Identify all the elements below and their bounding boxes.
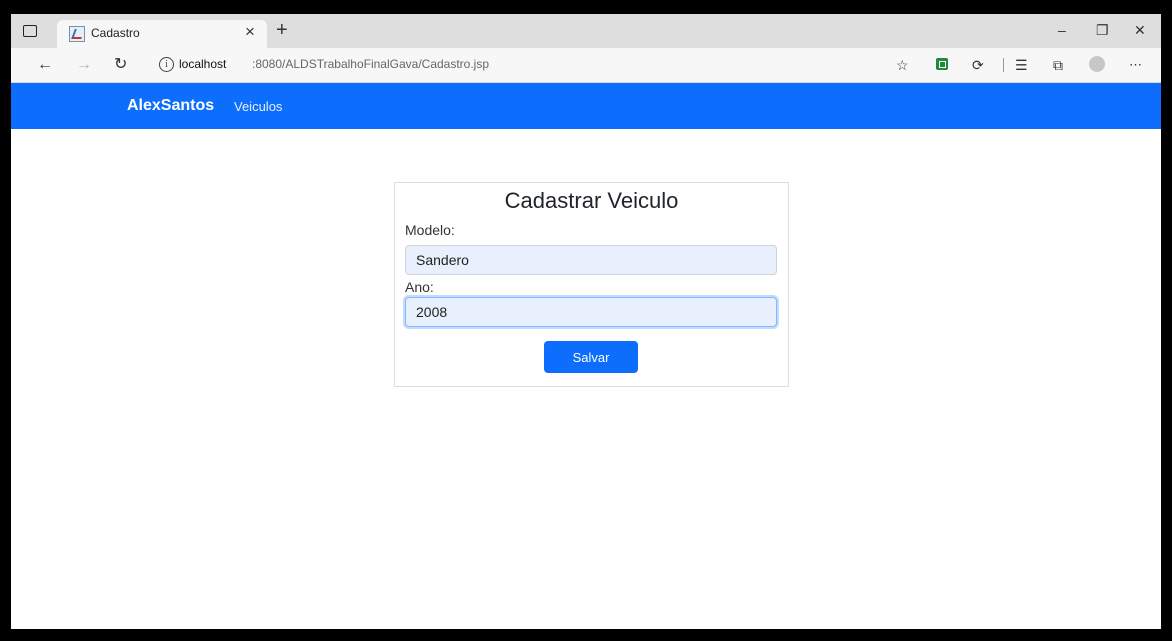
ano-label: Ano: <box>405 279 434 295</box>
save-button[interactable]: Salvar <box>544 341 638 373</box>
favorites-list-icon[interactable]: ☰ <box>1015 56 1028 74</box>
extension-icon[interactable] <box>936 58 948 70</box>
form-title: Cadastrar Veiculo <box>504 188 679 213</box>
tab-title: Cadastro <box>91 26 140 40</box>
tab-actions-icon[interactable] <box>21 22 39 40</box>
modelo-label: Modelo: <box>405 222 455 238</box>
site-navbar: AlexSantos Veiculos <box>11 83 1161 129</box>
more-icon[interactable]: ⋯ <box>1129 56 1142 74</box>
tab-close-button[interactable]: × <box>245 22 255 42</box>
page-favicon-icon <box>69 26 85 42</box>
address-host[interactable]: localhost <box>179 57 226 71</box>
info-icon[interactable]: i <box>159 57 174 72</box>
ano-input[interactable] <box>405 297 777 327</box>
refresh-icon[interactable]: ↻ <box>114 56 127 74</box>
browser-window: Cadastro × + – ❐ ✕ ← → ↻ i localhost :80… <box>11 14 1161 629</box>
puzzle-icon[interactable]: ⟳ <box>972 56 984 74</box>
cadastro-form-card: Cadastrar Veiculo Modelo: Ano: Salvar <box>394 182 789 387</box>
favorite-add-icon[interactable]: ☆ <box>896 56 909 74</box>
collections-icon[interactable]: ⧉ <box>1053 56 1063 74</box>
back-arrow-icon[interactable]: ← <box>37 56 53 74</box>
nav-link-veiculos[interactable]: Veiculos <box>234 99 282 114</box>
address-path[interactable]: :8080/ALDSTrabalhoFinalGava/Cadastro.jsp <box>252 57 489 71</box>
restore-button[interactable]: ❐ <box>1096 22 1109 38</box>
modelo-input[interactable] <box>405 245 777 275</box>
new-tab-button[interactable]: + <box>276 19 288 41</box>
forward-arrow-icon[interactable]: → <box>76 56 92 74</box>
minimize-button[interactable]: – <box>1058 22 1066 38</box>
tab-bar: Cadastro × + – ❐ ✕ <box>11 14 1161 48</box>
toolbar-divider <box>1003 58 1004 72</box>
profile-icon[interactable] <box>1089 56 1105 72</box>
close-window-button[interactable]: ✕ <box>1134 22 1146 38</box>
browser-tab[interactable]: Cadastro × <box>57 20 267 48</box>
navbar-brand[interactable]: AlexSantos <box>127 97 214 115</box>
browser-toolbar: ← → ↻ i localhost :8080/ALDSTrabalhoFina… <box>11 48 1161 83</box>
